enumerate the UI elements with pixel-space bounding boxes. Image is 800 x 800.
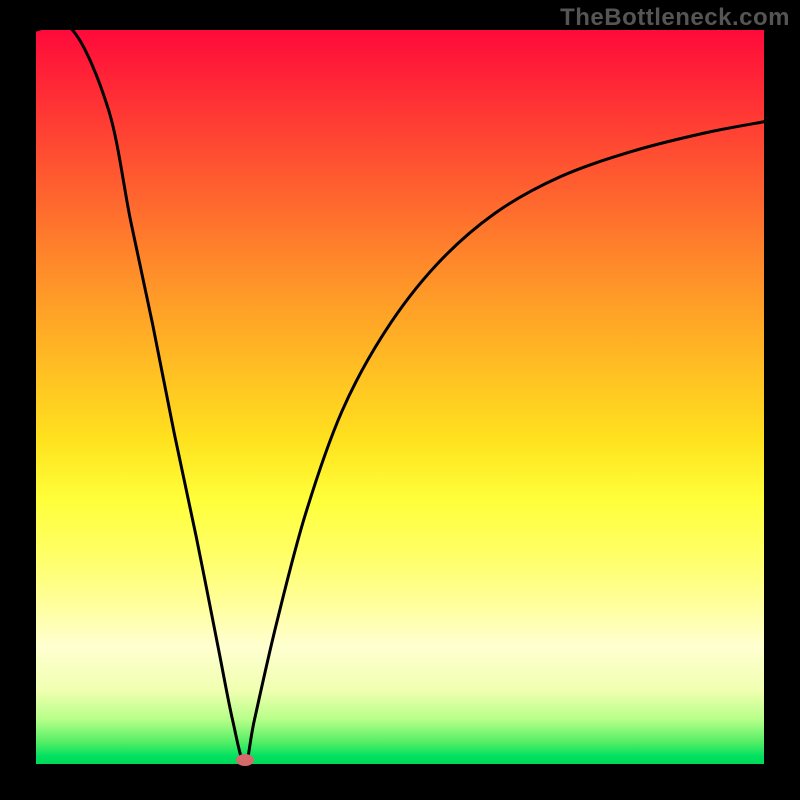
bottleneck-curve <box>36 30 764 764</box>
branding-text: TheBottleneck.com <box>560 4 790 32</box>
curve-svg <box>36 30 764 764</box>
plot-area <box>36 30 764 764</box>
min-marker <box>236 754 254 766</box>
outer-frame: TheBottleneck.com <box>0 0 800 800</box>
